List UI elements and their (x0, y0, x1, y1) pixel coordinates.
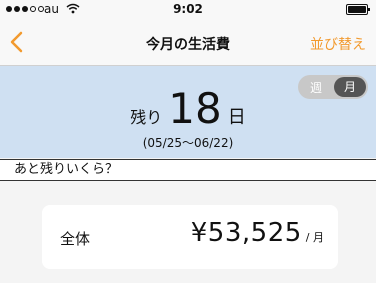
period-range: (05/25〜06/22) (142, 136, 234, 150)
total-budget-card[interactable]: 全体 ¥53,525 / 月 (42, 205, 338, 269)
remaining-days: 残り 18 日 (0, 88, 376, 130)
remaining-prefix: 残り (130, 108, 163, 127)
status-time: 9:02 (173, 2, 203, 16)
sort-button[interactable]: 並び替え (310, 34, 366, 54)
battery-icon (346, 4, 370, 15)
navigation-bar: 今月の生活費 並び替え (0, 20, 376, 66)
card-label: 全体 (60, 230, 91, 248)
card-amount-group: ¥53,525 / 月 (191, 218, 324, 248)
remaining-suffix: 日 (227, 107, 246, 128)
card-amount: ¥53,525 (190, 218, 302, 248)
section-header: あと残りいくら？ (0, 159, 376, 181)
status-bar: au 9:02 (0, 0, 376, 20)
remaining-days-number: 18 (168, 84, 222, 133)
remaining-days-panel: 週 月 残り 18 日 (05/25〜06/22) (0, 66, 376, 158)
card-unit: / 月 (305, 231, 324, 244)
